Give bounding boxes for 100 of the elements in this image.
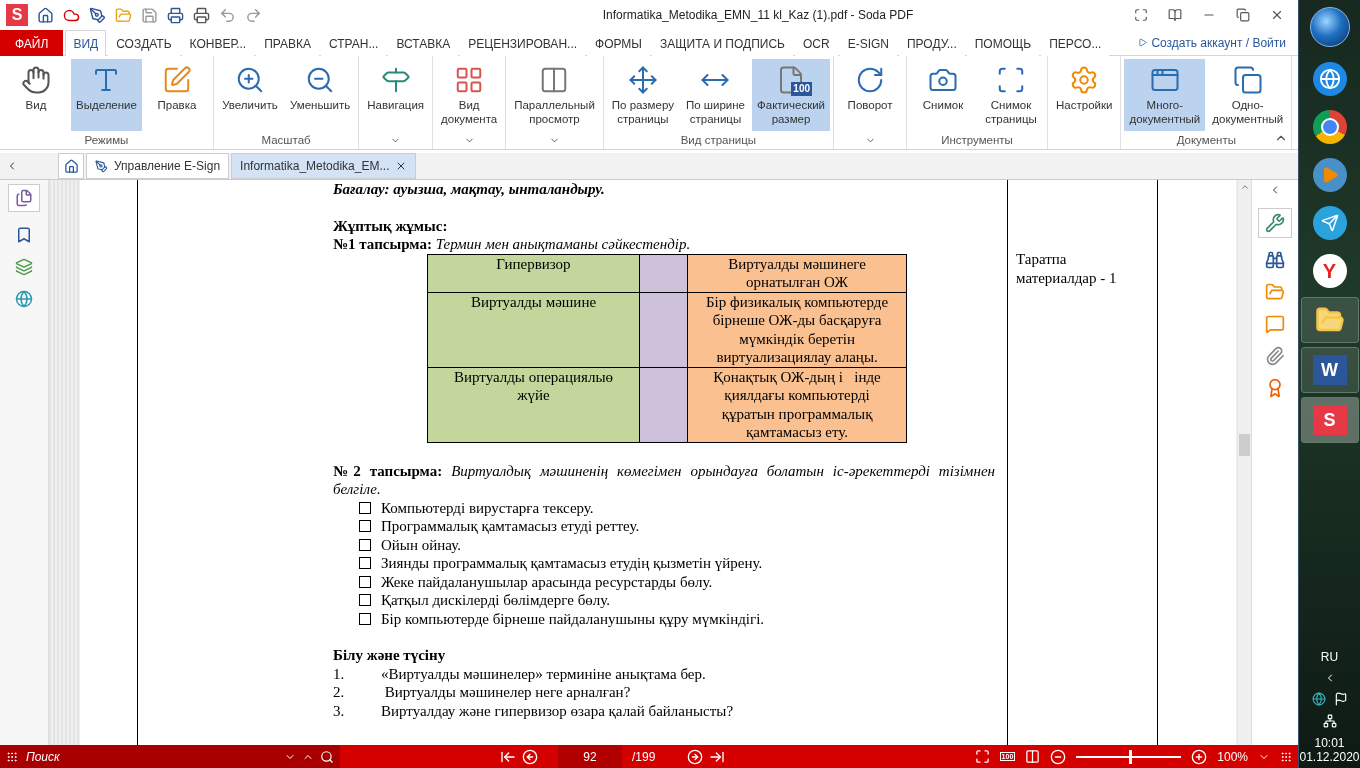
print-area-icon[interactable] xyxy=(193,6,210,24)
ribbon-button[interactable]: Параллельный просмотр xyxy=(509,59,600,131)
checkbox[interactable] xyxy=(359,594,371,607)
ribbon-button[interactable]: Уменьшить xyxy=(284,59,356,131)
account-link[interactable]: Создать аккаунт / Войти xyxy=(1138,30,1298,55)
checkbox[interactable] xyxy=(359,575,371,588)
ribbon-button[interactable]: Вид xyxy=(3,59,69,131)
zoom-out-icon[interactable] xyxy=(1050,748,1067,765)
fullscreen-icon[interactable] xyxy=(1134,8,1148,22)
pages-panel-button[interactable] xyxy=(8,184,40,212)
task-text: №2 тапсырма: Виртуалдық мәшиненің көмегімен орындауға болатын іс-әрекеттерді тізімнен белгіле. xyxy=(333,461,996,499)
list-number: 3. xyxy=(333,701,346,720)
flag-icon[interactable] xyxy=(1333,692,1348,706)
checkbox[interactable] xyxy=(359,557,371,570)
word-processor-icon[interactable]: W xyxy=(1300,347,1359,393)
start-button[interactable] xyxy=(1309,7,1350,47)
term-cell: Виртуалды мәшине xyxy=(427,292,640,367)
task-text: №1 тапсырма: Термин мен анықтаманы сәйкестендір. xyxy=(333,235,692,254)
next-page-icon[interactable] xyxy=(687,748,704,765)
file-menu[interactable]: ФАЙЛ xyxy=(0,30,64,56)
network-icon[interactable] xyxy=(1322,714,1337,728)
binoculars-icon[interactable] xyxy=(1265,250,1285,270)
question-text: Виртуалдау және гипервизор өзара қалай байланысты? xyxy=(381,701,734,720)
home-icon[interactable] xyxy=(37,6,54,24)
ribbon-button[interactable]: 100 Фактический размер xyxy=(752,59,831,131)
side-note: Таратпа материалдар - 1 xyxy=(1015,250,1118,287)
ribbon-button[interactable]: Выделение xyxy=(71,59,142,131)
ribbon-button[interactable]: Увеличить xyxy=(216,59,283,131)
globe-icon xyxy=(1318,68,1341,90)
document-tab[interactable]: Управление E-Sign xyxy=(86,153,230,179)
search-icon[interactable] xyxy=(320,749,334,764)
scroll-up-icon xyxy=(1239,182,1250,192)
pdf-app-icon[interactable]: S xyxy=(1300,397,1359,443)
checklist-item: Компьютерді вирустарға тексеру. xyxy=(381,498,594,517)
ribbon-button[interactable]: Вид документа xyxy=(436,59,503,131)
group-label: Инструменты xyxy=(941,134,1013,146)
ribbon-button[interactable]: Правка xyxy=(143,59,210,131)
ribbon-button[interactable]: Настройки xyxy=(1051,59,1118,131)
ribbon-button[interactable]: Поворот xyxy=(837,59,904,131)
save-icon[interactable] xyxy=(141,6,158,24)
scrollbar[interactable] xyxy=(1238,180,1251,745)
checkbox[interactable] xyxy=(359,612,371,625)
undo-icon[interactable] xyxy=(219,6,236,24)
grip-icon[interactable] xyxy=(6,750,18,763)
signpost-icon xyxy=(380,65,411,95)
fullscreen-icon[interactable] xyxy=(974,749,990,764)
close-icon[interactable] xyxy=(1270,8,1284,22)
ribbon-button[interactable]: Одно- документный xyxy=(1207,59,1289,131)
fit-page-icon[interactable] xyxy=(1025,749,1041,764)
file-explorer-icon[interactable] xyxy=(1300,297,1359,343)
layers-icon[interactable] xyxy=(15,258,33,276)
term-cell: Гипервизор xyxy=(427,254,640,292)
ribbon-button[interactable]: По ширине страницы xyxy=(680,59,750,131)
wrench-icon xyxy=(1265,213,1285,233)
previous-page-icon[interactable] xyxy=(522,748,538,765)
paperclip-icon[interactable] xyxy=(1265,346,1285,366)
scroll-thumb[interactable] xyxy=(1239,434,1250,456)
reader-icon[interactable] xyxy=(1168,8,1182,22)
ribbon-button[interactable]: Навигация xyxy=(362,59,430,131)
clock[interactable]: 10:01 01.12.2020 xyxy=(1299,736,1360,764)
ribbon-button[interactable]: По размеру страницы xyxy=(606,59,679,131)
browser-icon[interactable] xyxy=(1312,110,1347,144)
browser-icon[interactable]: Y xyxy=(1312,254,1347,288)
checklist-item: Ойын ойнау. xyxy=(381,535,461,554)
grip-icon xyxy=(1280,750,1292,763)
globe-icon[interactable] xyxy=(15,290,33,308)
search-bar[interactable]: Поиск xyxy=(0,745,340,768)
menu-tab[interactable]: ВИД xyxy=(65,30,107,56)
printer-icon[interactable] xyxy=(167,6,184,24)
ribbon-button[interactable]: Много- документный xyxy=(1124,59,1206,131)
redo-icon[interactable] xyxy=(245,6,262,24)
search-field[interactable]: Поиск xyxy=(24,748,278,765)
pen-icon[interactable] xyxy=(89,6,106,24)
home-tab[interactable] xyxy=(58,153,84,179)
bookmark-icon[interactable] xyxy=(15,226,33,244)
checkbox[interactable] xyxy=(359,538,371,551)
clock-time: 10:01 xyxy=(1313,736,1346,750)
paper-plane-icon[interactable] xyxy=(1312,206,1347,240)
definition-cell: Бір физикалық компьютерде бірнеше ОЖ-ды басқаруға мүмкіндік беретін виртуализациялау алаңы. xyxy=(687,292,907,367)
tools-button[interactable] xyxy=(1258,208,1292,238)
page-number-field[interactable]: 92 xyxy=(558,745,622,768)
zoom-in-icon[interactable] xyxy=(1191,748,1208,765)
page-total: /199 xyxy=(632,749,656,764)
group-label: Вид страницы xyxy=(680,134,757,146)
list-number: 1. xyxy=(333,664,346,683)
ribbon-button[interactable]: Снимок xyxy=(910,59,977,131)
section-heading: Білу және түсіну xyxy=(333,646,447,665)
checkbox[interactable] xyxy=(359,501,371,514)
ribbon-button[interactable]: Снимок страницы xyxy=(978,59,1045,131)
document-tab[interactable]: Informatika_Metodika_EM... xyxy=(231,153,417,179)
checklist-item: Программалық қамтамасыз етуді реттеу. xyxy=(381,517,640,536)
question-text: Виртуалды мәшинелер неге арналған? xyxy=(383,683,631,702)
antivirus-icon[interactable] xyxy=(1311,692,1326,706)
question-text: «Виртуалды мәшинелер» терминіне анықтама бер. xyxy=(381,664,706,683)
restore-icon[interactable] xyxy=(1236,8,1250,22)
triangle-icon xyxy=(1138,38,1148,47)
media-player-icon[interactable] xyxy=(1312,158,1347,192)
language-indicator[interactable]: RU xyxy=(1320,650,1339,664)
browser-icon[interactable] xyxy=(1312,62,1347,96)
checkbox[interactable] xyxy=(359,520,371,533)
